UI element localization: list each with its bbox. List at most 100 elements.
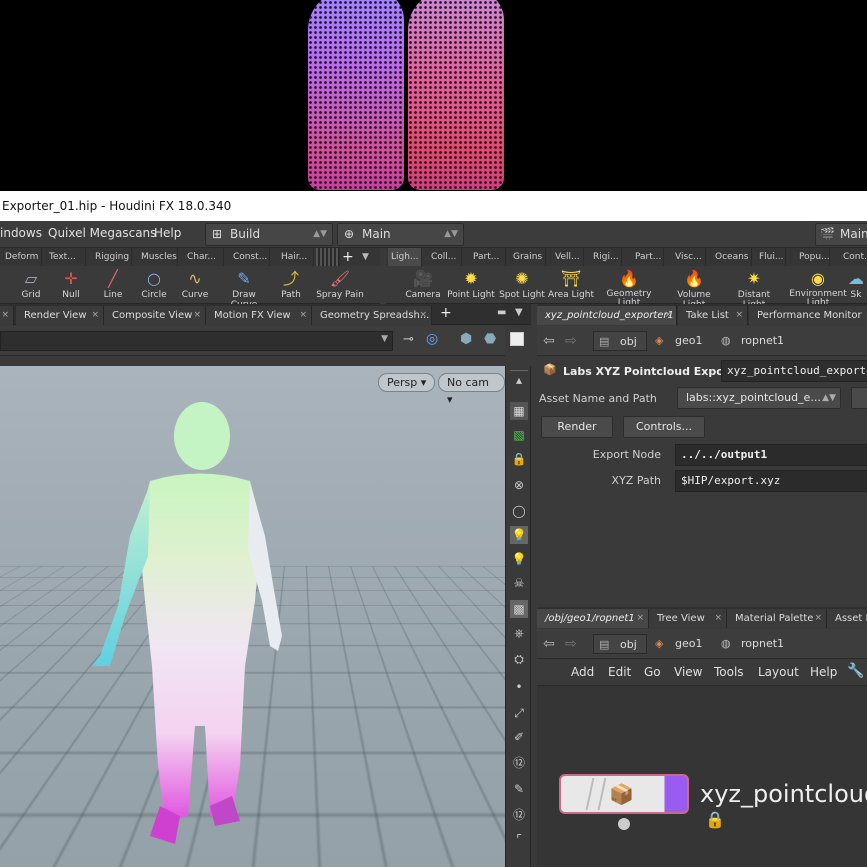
back-arrow-icon[interactable]: ⇦ bbox=[543, 634, 555, 654]
tab-performance-monitor[interactable]: Performance Monitor× bbox=[749, 306, 867, 325]
forward-arrow-icon[interactable]: ⇨ bbox=[565, 634, 577, 654]
snap-icon[interactable]: ◎ bbox=[426, 331, 438, 347]
close-icon[interactable]: × bbox=[299, 306, 307, 325]
shelf-tab[interactable]: Rigging bbox=[92, 248, 132, 266]
asset-name-dropdown[interactable]: labs::xyz_pointcloud_e... ▲▼ bbox=[677, 387, 841, 409]
spray-paint-tool-button[interactable]: 🖌 Spray Pain bbox=[314, 268, 366, 300]
xyz-exporter-node[interactable]: 📦 bbox=[559, 774, 689, 814]
pin-icon[interactable]: ⊸ bbox=[403, 332, 414, 347]
path-tool-button[interactable]: ⤴ Path bbox=[266, 268, 316, 300]
shelf-tab[interactable]: Char... bbox=[184, 248, 224, 266]
breadcrumb-geo1[interactable]: ◈ geo1 bbox=[651, 331, 702, 351]
tab-take-list[interactable]: Take List × bbox=[678, 306, 748, 325]
tab-motion-fx-view[interactable]: Motion FX View × bbox=[206, 306, 312, 325]
display-mode-icon[interactable]: ▦ bbox=[510, 402, 528, 420]
network-editor[interactable]: 📦 xyz_pointcloud 🔒 bbox=[537, 686, 867, 867]
shelf-grip[interactable] bbox=[316, 248, 340, 266]
ghost-icon[interactable]: ☠ bbox=[510, 574, 528, 592]
background-image-icon[interactable]: ▩ bbox=[510, 600, 528, 618]
shelf-tab[interactable]: Oceans bbox=[712, 248, 752, 266]
close-icon[interactable]: × bbox=[1, 306, 9, 325]
normal-display-icon[interactable]: ⤢ bbox=[510, 704, 528, 722]
shelf-tab[interactable]: Coll... bbox=[428, 248, 462, 266]
shelf-tab[interactable]: Part... bbox=[470, 248, 506, 266]
tab-node-parameters[interactable]: xyz_pointcloud_exporter1 × bbox=[537, 306, 677, 325]
network-combo[interactable]: ⊕ Main ▲▼ bbox=[337, 223, 464, 246]
close-icon[interactable]: × bbox=[714, 609, 722, 628]
close-icon[interactable]: × bbox=[91, 306, 99, 325]
point-light-tool-button[interactable]: ✹ Point Light bbox=[446, 268, 496, 300]
breadcrumb-geo1[interactable]: ◈ geo1 bbox=[651, 634, 702, 654]
back-arrow-icon[interactable]: ⇦ bbox=[543, 331, 555, 351]
geometry-light-tool-button[interactable]: 🔥 Geometry Light bbox=[604, 268, 654, 308]
tab-material-palette[interactable]: Material Palette × bbox=[727, 609, 827, 628]
tab-composite-view[interactable]: Composite View × bbox=[104, 306, 206, 325]
menu-go[interactable]: Go bbox=[644, 665, 661, 679]
shelf-tab[interactable]: Hair... bbox=[278, 248, 314, 266]
curve-tool-button[interactable]: ∿ Curve bbox=[170, 268, 220, 300]
menu-tools[interactable]: Tools bbox=[714, 665, 744, 679]
close-icon[interactable]: × bbox=[193, 306, 201, 325]
sky-light-tool-button[interactable]: ☁ Sk bbox=[846, 268, 866, 300]
close-icon[interactable]: × bbox=[664, 306, 672, 325]
shelf-tab[interactable]: Flui... bbox=[756, 248, 786, 266]
background-toggle-icon[interactable] bbox=[510, 332, 524, 346]
breadcrumb-ropnet1[interactable]: ◍ ropnet1 bbox=[717, 331, 784, 351]
menu-layout[interactable]: Layout bbox=[758, 665, 799, 679]
scroll-up-icon[interactable]: ▴ bbox=[510, 370, 528, 388]
tab-scene-view[interactable]: × bbox=[0, 306, 14, 325]
shelf-tab[interactable]: Popu... bbox=[796, 248, 830, 266]
shelf-tab[interactable]: Rigi... bbox=[590, 248, 622, 266]
point-display-icon[interactable]: • bbox=[510, 678, 528, 696]
viewer-path-field[interactable]: ▼ bbox=[0, 331, 393, 351]
close-icon[interactable]: × bbox=[814, 609, 822, 628]
edge-icon[interactable]: ⌜ bbox=[510, 830, 528, 848]
visibility-icon[interactable]: ⊗ bbox=[510, 476, 528, 494]
display-options-icon[interactable]: ⬢ bbox=[460, 331, 472, 347]
menu-windows[interactable]: indows bbox=[0, 226, 42, 240]
headlight-icon[interactable]: 💡 bbox=[510, 526, 528, 544]
prim-number-icon[interactable]: ⑫ bbox=[510, 806, 528, 824]
light-icon[interactable]: 💡 bbox=[510, 550, 528, 568]
close-icon[interactable]: × bbox=[735, 306, 743, 325]
shelf-tab[interactable]: Const... bbox=[230, 248, 270, 266]
wrench-icon[interactable]: 🔧 bbox=[847, 663, 864, 679]
close-icon[interactable]: × bbox=[419, 306, 427, 325]
breadcrumb-ropnet1[interactable]: ◍ ropnet1 bbox=[717, 634, 784, 654]
pane-menu-icon[interactable]: ▼ bbox=[515, 307, 523, 318]
shelf-tab[interactable]: Deform bbox=[2, 248, 42, 266]
controls-button[interactable]: Controls... bbox=[623, 416, 705, 438]
vector-display-icon[interactable]: ✐ bbox=[510, 728, 528, 746]
shelf-tab[interactable]: Grains bbox=[510, 248, 546, 266]
camera-view-icon[interactable]: ◯ bbox=[510, 502, 528, 520]
point-number-icon[interactable]: ⑫ bbox=[510, 754, 528, 772]
tab-asset-browser[interactable]: Asset B bbox=[827, 609, 867, 628]
menu-add[interactable]: Add bbox=[571, 665, 594, 679]
tab-render-view[interactable]: Render View × bbox=[16, 306, 104, 325]
scene-viewport[interactable]: Persp ▾ No cam ▾ bbox=[0, 366, 505, 867]
render-button[interactable]: Render bbox=[541, 416, 613, 438]
shelf-tab[interactable]: Cont... bbox=[840, 248, 867, 266]
shelf-tab[interactable]: Muscles bbox=[138, 248, 178, 266]
add-tab-icon[interactable]: + bbox=[440, 305, 452, 321]
camera-tool-button[interactable]: 🎥 Camera bbox=[398, 268, 448, 300]
shelf-tab[interactable]: Ligh... bbox=[388, 248, 422, 266]
shelf-tab[interactable]: Text... bbox=[46, 248, 86, 266]
close-icon[interactable]: × bbox=[636, 609, 644, 628]
menu-quixel-megascans[interactable]: Quixel Megascans bbox=[48, 226, 156, 240]
xyz-path-field[interactable]: $HIP/export.xyz bbox=[675, 470, 867, 492]
shelf-tab[interactable]: Part... bbox=[632, 248, 664, 266]
menu-help[interactable]: Help bbox=[154, 226, 181, 240]
node-name-field[interactable]: xyz_pointcloud_exporter1 bbox=[721, 360, 867, 382]
breadcrumb-obj[interactable]: ▤ obj bbox=[593, 331, 647, 351]
tab-geometry-spreadsheet[interactable]: Geometry Spreadsh... × bbox=[312, 306, 432, 325]
shading-icon[interactable]: ⬣ bbox=[484, 331, 496, 347]
tab-tree-view[interactable]: Tree View × bbox=[649, 609, 727, 628]
brush-icon[interactable]: ✎ bbox=[510, 780, 528, 798]
shelf-tab[interactable]: Vell... bbox=[552, 248, 584, 266]
node-output-connector[interactable] bbox=[618, 818, 630, 830]
breadcrumb-obj[interactable]: ▤ obj bbox=[593, 634, 647, 654]
right-desktop-combo[interactable]: 🎬 Main bbox=[815, 223, 867, 246]
lock-icon[interactable]: 🔒 bbox=[510, 450, 528, 468]
menu-help[interactable]: Help bbox=[810, 665, 837, 679]
